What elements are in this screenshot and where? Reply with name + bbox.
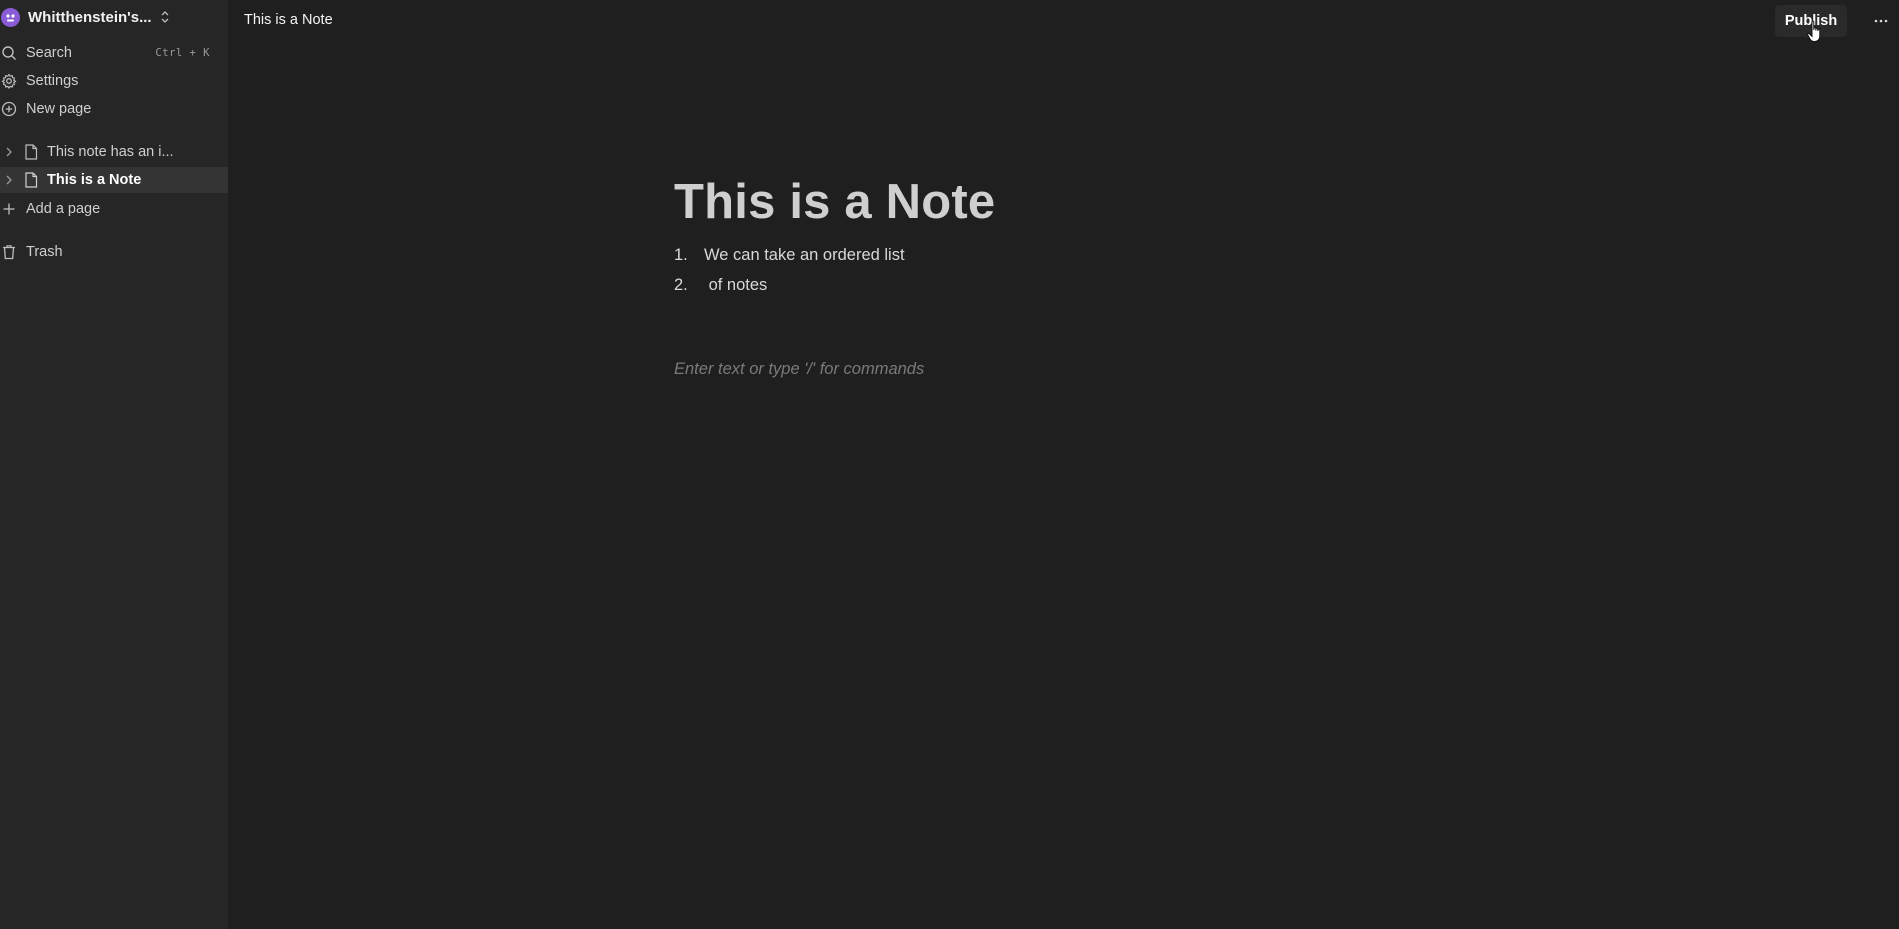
search-shortcut: Ctrl + K bbox=[155, 47, 210, 59]
sidebar-item-settings[interactable]: Settings bbox=[0, 69, 228, 93]
sidebar-item-label: Trash bbox=[26, 244, 63, 260]
sidebar-item-label: Search bbox=[26, 45, 72, 61]
ordered-list: 1. We can take an ordered list 2. of not… bbox=[674, 240, 1474, 300]
workspace-switcher[interactable]: Whitthenstein's... bbox=[0, 5, 228, 29]
list-item[interactable]: 1. We can take an ordered list bbox=[674, 240, 1474, 270]
add-page-label: Add a page bbox=[26, 201, 101, 217]
document-icon bbox=[23, 144, 39, 160]
gear-icon bbox=[0, 72, 18, 90]
plus-circle-icon bbox=[0, 100, 18, 118]
workspace-avatar-icon bbox=[1, 7, 20, 27]
list-item-number: 2. bbox=[674, 275, 688, 294]
sidebar-item-search[interactable]: Search Ctrl + K bbox=[0, 41, 228, 65]
editor[interactable]: This is a Note 1. We can take an ordered… bbox=[674, 170, 1474, 378]
main-content: This is a Note Publish This is a Note 1.… bbox=[228, 0, 1899, 929]
search-icon bbox=[0, 44, 18, 62]
list-item-number: 1. bbox=[674, 245, 688, 264]
sidebar-item-trash[interactable]: Trash bbox=[0, 240, 228, 264]
page-tree-item-label: This is a Note bbox=[47, 172, 142, 188]
list-item-text: of notes bbox=[704, 275, 768, 294]
workspace-name: Whitthenstein's... bbox=[28, 8, 152, 26]
more-options-button[interactable] bbox=[1868, 8, 1894, 34]
chevron-right-icon[interactable] bbox=[3, 145, 15, 159]
editor-placeholder[interactable]: Enter text or type '/' for commands bbox=[674, 360, 924, 379]
chevron-right-icon[interactable] bbox=[3, 173, 15, 187]
sidebar-item-label: New page bbox=[26, 101, 92, 117]
app-window: Whitthenstein's... Search Ctrl + K Setti… bbox=[0, 0, 1899, 929]
list-item[interactable]: 2. of notes bbox=[674, 270, 1474, 300]
add-page-button[interactable]: Add a page bbox=[0, 197, 228, 221]
sidebar-item-new-page[interactable]: New page bbox=[0, 97, 228, 121]
sidebar-item-label: Settings bbox=[26, 73, 79, 89]
breadcrumb-title: This is a Note bbox=[244, 12, 333, 28]
hand-cursor-icon bbox=[1807, 20, 1821, 42]
more-horizontal-icon bbox=[1874, 19, 1888, 23]
page-tree-item-active[interactable]: This is a Note bbox=[0, 167, 228, 193]
document-icon bbox=[23, 172, 39, 188]
chevron-up-down-icon[interactable] bbox=[159, 8, 171, 26]
list-item-text: We can take an ordered list bbox=[704, 245, 905, 264]
page-tree-item[interactable]: This note has an i... bbox=[0, 139, 228, 165]
trash-icon bbox=[0, 243, 18, 261]
page-title[interactable]: This is a Note bbox=[674, 170, 1474, 234]
page-tree-item-label: This note has an i... bbox=[47, 144, 174, 160]
plus-icon bbox=[0, 200, 18, 218]
sidebar: Whitthenstein's... Search Ctrl + K Setti… bbox=[0, 0, 228, 929]
